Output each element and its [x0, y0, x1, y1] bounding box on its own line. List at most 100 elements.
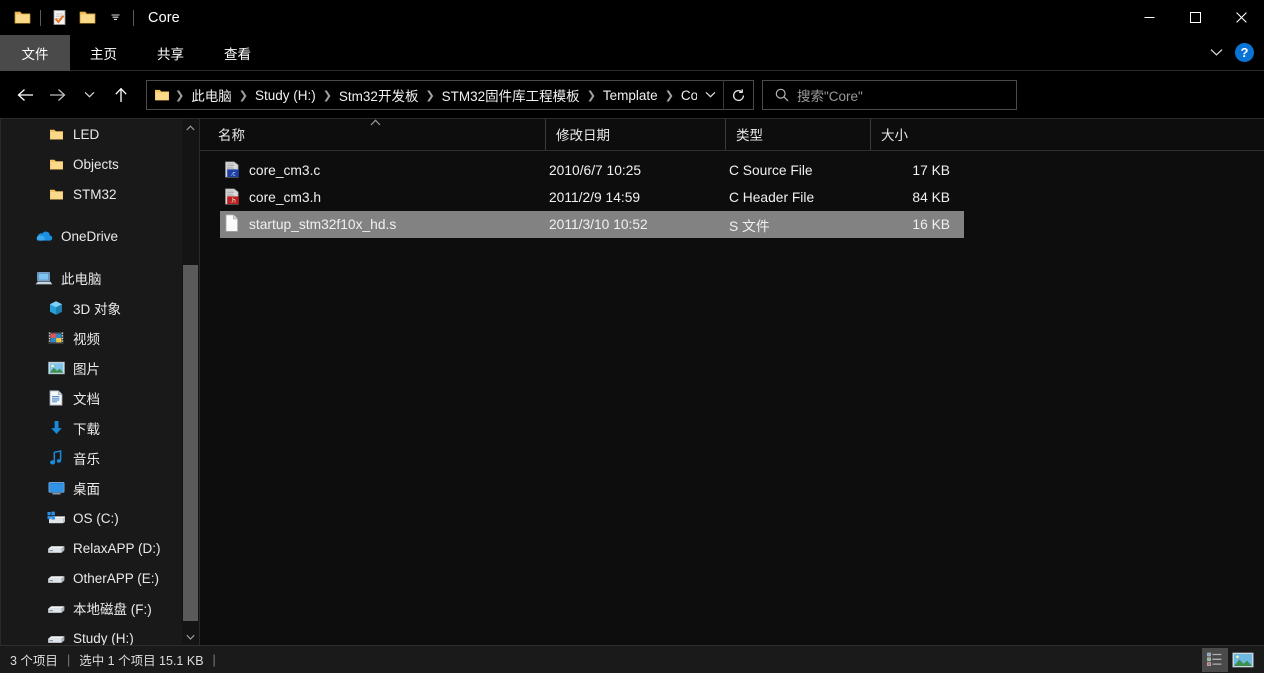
- table-row[interactable]: startup_stm32f10x_hd.s 2011/3/10 10:52 S…: [220, 211, 964, 238]
- sidebar-item-documents[interactable]: 文档: [1, 383, 177, 413]
- file-name-label: core_cm3.c: [249, 163, 321, 178]
- chevron-down-icon-ribbon[interactable]: [1204, 41, 1229, 64]
- sidebar-item-relaxapp-d[interactable]: RelaxAPP (D:): [1, 533, 177, 563]
- sidebar-item-label: LED: [73, 126, 100, 142]
- column-header-date[interactable]: 修改日期: [545, 119, 725, 150]
- file-name-cell[interactable]: .h core_cm3.h: [220, 187, 549, 208]
- folder-icon: [47, 185, 65, 203]
- large-icons-view-button[interactable]: [1230, 648, 1256, 672]
- status-separator-2: |: [212, 652, 216, 667]
- sidebar-item-label: 图片: [73, 362, 100, 377]
- breadcrumb-separator-2[interactable]: ❯: [321, 89, 334, 102]
- sidebar-item-downloads[interactable]: 下载: [1, 413, 177, 443]
- breadcrumb-bar[interactable]: ❯ 此电脑 ❯ Study (H:) ❯ Stm32开发板 ❯ STM32固件库…: [146, 80, 754, 110]
- breadcrumb-separator-1[interactable]: ❯: [237, 89, 250, 102]
- search-input[interactable]: 搜索"Core": [797, 85, 863, 105]
- sidebar-item-3d-objects[interactable]: 3D 对象: [1, 293, 177, 323]
- breadcrumb-item-1[interactable]: Study (H:): [250, 85, 321, 106]
- breadcrumb-separator-0[interactable]: ❯: [173, 89, 186, 102]
- window-controls: [1126, 0, 1264, 35]
- sidebar-item-pictures[interactable]: 图片: [1, 353, 177, 383]
- forward-button[interactable]: [42, 80, 72, 110]
- properties-icon[interactable]: [45, 4, 73, 32]
- column-header-name[interactable]: 名称: [200, 119, 545, 150]
- breadcrumb-item-3[interactable]: STM32固件库工程模板: [437, 82, 585, 108]
- sidebar-item-label: 此电脑: [61, 272, 102, 287]
- breadcrumb-item-0[interactable]: 此电脑: [186, 82, 237, 108]
- sidebar-scrollbar[interactable]: [182, 119, 199, 646]
- sidebar-item-otherapp-e[interactable]: OtherAPP (E:): [1, 563, 177, 593]
- breadcrumb-item-2[interactable]: Stm32开发板: [334, 82, 424, 108]
- search-box[interactable]: 搜索"Core": [762, 80, 1017, 110]
- drive-icon: [47, 629, 65, 646]
- file-name-cell[interactable]: .c core_cm3.c: [220, 160, 549, 181]
- sidebar-item-label: OS (C:): [73, 510, 119, 526]
- breadcrumb-item-5[interactable]: Core: [676, 85, 697, 106]
- file-size-cell: 17 KB: [912, 163, 950, 178]
- chevron-down-icon[interactable]: [101, 4, 129, 32]
- 3d-objects-icon: [47, 299, 65, 317]
- file-size-cell: 16 KB: [912, 217, 950, 232]
- column-header-size[interactable]: 大小: [870, 119, 970, 150]
- table-row[interactable]: .c core_cm3.c 2010/6/7 10:25 C Source Fi…: [220, 157, 964, 184]
- file-date-cell: 2010/6/7 10:25: [549, 163, 642, 178]
- tab-view[interactable]: 查看: [204, 35, 271, 71]
- sidebar-item-stm32[interactable]: STM32: [1, 179, 177, 209]
- tab-home[interactable]: 主页: [70, 35, 137, 71]
- tab-share[interactable]: 共享: [137, 35, 204, 71]
- close-button[interactable]: [1218, 0, 1264, 35]
- folder-icon[interactable]: [8, 4, 36, 32]
- sidebar-item-desktop[interactable]: 桌面: [1, 473, 177, 503]
- tab-file[interactable]: 文件: [0, 35, 70, 71]
- new-folder-icon[interactable]: [73, 4, 101, 32]
- explorer-body: LED Objects STM32 OneDrive 此电脑 3D 对象 视频 …: [0, 118, 1264, 646]
- scroll-up-icon[interactable]: [182, 119, 199, 137]
- breadcrumb-separator-3[interactable]: ❯: [423, 89, 436, 102]
- minimize-button[interactable]: [1126, 0, 1172, 35]
- c-header-file-icon: .h: [224, 187, 240, 208]
- sidebar-item-study-h[interactable]: Study (H:): [1, 623, 177, 646]
- sidebar-item-label: Objects: [73, 156, 119, 172]
- sidebar-item-os-c[interactable]: OS (C:): [1, 503, 177, 533]
- sidebar-item-objects[interactable]: Objects: [1, 149, 177, 179]
- c-source-file-icon: .c: [224, 160, 240, 181]
- column-header-type[interactable]: 类型: [725, 119, 870, 150]
- help-icon[interactable]: ?: [1235, 43, 1254, 62]
- navigation-buttons: [0, 80, 136, 110]
- search-icon: [775, 88, 789, 102]
- sidebar-item-local-disk-f[interactable]: 本地磁盘 (F:): [1, 593, 177, 623]
- drive-icon: [47, 539, 65, 557]
- sidebar-item-music[interactable]: 音乐: [1, 443, 177, 473]
- videos-icon: [47, 329, 65, 347]
- table-row[interactable]: .h core_cm3.h 2011/2/9 14:59 C Header Fi…: [220, 184, 964, 211]
- file-name-cell[interactable]: startup_stm32f10x_hd.s: [220, 214, 549, 235]
- scroll-down-icon[interactable]: [182, 628, 199, 646]
- sidebar-item-label: 3D 对象: [73, 302, 122, 317]
- selection-info-label: 选中 1 个项目 15.1 KB: [79, 654, 204, 668]
- generic-file-icon: [224, 214, 240, 235]
- breadcrumb-separator-4[interactable]: ❯: [585, 89, 598, 102]
- up-button[interactable]: [106, 80, 136, 110]
- file-explorer-window: Core 文件 主页 共享 查看 ? ❯ 此电脑 ❯ Study (H:) ❯ …: [0, 0, 1264, 673]
- quick-access-toolbar: [0, 0, 138, 35]
- sidebar-item-videos[interactable]: 视频: [1, 323, 177, 353]
- back-button[interactable]: [10, 80, 40, 110]
- this-pc-icon: [35, 269, 53, 287]
- downloads-icon: [47, 419, 65, 437]
- address-bar: ❯ 此电脑 ❯ Study (H:) ❯ Stm32开发板 ❯ STM32固件库…: [0, 72, 1264, 118]
- drive-icon: [47, 569, 65, 587]
- file-type-cell: C Source File: [729, 163, 813, 178]
- refresh-icon[interactable]: [723, 80, 753, 110]
- sidebar-item-this-pc[interactable]: 此电脑: [1, 263, 177, 293]
- sidebar-item-led[interactable]: LED: [1, 119, 177, 149]
- recent-locations-button[interactable]: [74, 80, 104, 110]
- maximize-button[interactable]: [1172, 0, 1218, 35]
- breadcrumb-dropdown-icon[interactable]: [697, 81, 723, 109]
- sidebar-item-onedrive[interactable]: OneDrive: [1, 221, 177, 251]
- breadcrumb-separator-5[interactable]: ❯: [663, 89, 676, 102]
- file-type-cell: C Header File: [729, 190, 815, 205]
- details-view-button[interactable]: [1202, 647, 1228, 672]
- breadcrumb-item-4[interactable]: Template: [598, 85, 663, 106]
- folder-icon-breadcrumb[interactable]: [153, 88, 173, 102]
- scrollbar-thumb[interactable]: [183, 265, 198, 621]
